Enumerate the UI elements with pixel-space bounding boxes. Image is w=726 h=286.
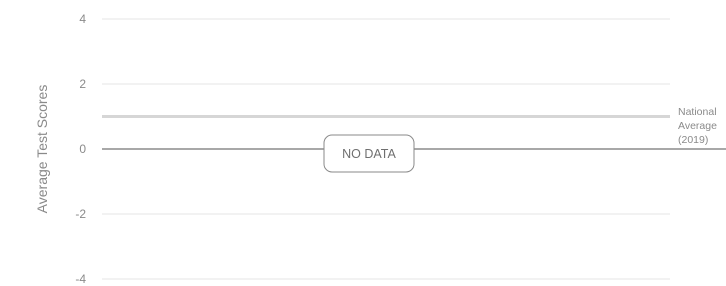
- national-average-label-line-2: Average: [678, 120, 717, 132]
- no-data-message: NO DATA: [342, 147, 396, 161]
- y-axis-label: Average Test Scores: [34, 85, 50, 214]
- y-tick-label: -2: [75, 207, 86, 221]
- y-tick-label: 2: [79, 77, 86, 91]
- national-average-label: National Average (2019): [678, 106, 720, 146]
- national-average-label-line-3: (2019): [678, 134, 708, 146]
- national-average-label-line-1: National: [678, 106, 717, 118]
- y-tick-label: 0: [79, 142, 86, 156]
- chart: 4 2 0 -2 -4 Average Test Scores National Ave…: [34, 12, 726, 286]
- y-axis-ticks: 4 2 0 -2 -4: [75, 12, 86, 286]
- y-tick-label: -4: [75, 272, 86, 286]
- y-tick-label: 4: [79, 12, 86, 26]
- no-data-box: NO DATA: [323, 134, 415, 173]
